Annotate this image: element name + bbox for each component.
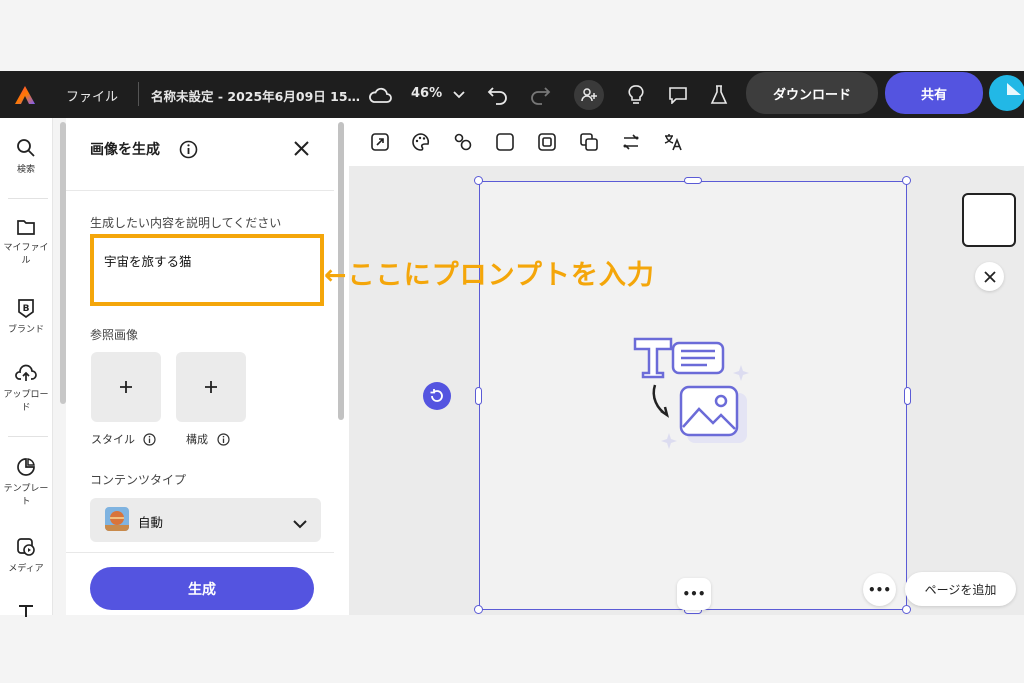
resize-handle[interactable] (904, 387, 911, 405)
add-style-reference-button[interactable] (91, 352, 161, 422)
chevron-down-icon (293, 514, 307, 533)
content-type-label: コンテンツタイプ (90, 473, 187, 487)
add-composition-reference-button[interactable] (176, 352, 246, 422)
divider (8, 436, 48, 437)
text-icon (17, 602, 35, 621)
top-bar: ファイル 名称未設定 - 2025年6月09日 15… 46% ダウンロード 共… (0, 71, 1024, 118)
composition-label: 構成 (186, 433, 208, 446)
flask-icon[interactable] (707, 71, 731, 118)
divider (66, 552, 334, 553)
cloud-icon[interactable] (366, 71, 394, 118)
content-type-thumbnail (105, 507, 129, 531)
add-page-button[interactable]: ページを追加 (905, 572, 1016, 606)
file-menu[interactable]: ファイル (66, 86, 118, 105)
download-button[interactable]: ダウンロード (746, 72, 878, 114)
content-type-select[interactable]: 自動 (90, 498, 321, 542)
info-icon[interactable] (217, 431, 230, 450)
rail-item-templates[interactable]: テンプレート (0, 457, 52, 509)
comment-icon[interactable] (666, 71, 690, 118)
redo-icon[interactable] (527, 71, 553, 118)
svg-text:B: B (23, 304, 30, 314)
rail-scrollbar[interactable] (60, 122, 66, 404)
add-user-icon (574, 79, 604, 110)
generate-button[interactable]: 生成 (90, 567, 314, 610)
close-page-button[interactable] (975, 262, 1004, 291)
page-thumbnail[interactable] (962, 193, 1016, 247)
resize-handle[interactable] (475, 387, 482, 405)
app-logo-icon[interactable] (12, 71, 38, 118)
resize-handle[interactable] (474, 605, 483, 614)
frame-icon[interactable] (537, 132, 557, 156)
undo-icon[interactable] (485, 71, 511, 118)
panel-title: 画像を生成 (90, 142, 160, 158)
plus-icon (120, 381, 132, 393)
close-icon (983, 270, 996, 283)
rail-label: 検索 (16, 165, 35, 175)
rail-item-upload[interactable]: アップロード (0, 363, 52, 415)
prompt-annotation: ←ここにプロンプトを入力 (324, 260, 655, 291)
more-options-button[interactable]: ••• (863, 573, 896, 606)
text-to-image-illustration (633, 335, 753, 459)
divider (66, 190, 334, 191)
prompt-input[interactable]: 宇宙を旅する猫 (90, 234, 324, 306)
content-type-value: 自動 (138, 515, 164, 530)
rail-item-brand[interactable]: B ブランド (0, 298, 52, 337)
chevron-down-icon[interactable] (451, 71, 467, 118)
brand-icon: B (17, 298, 35, 322)
plus-icon (205, 381, 217, 393)
lightbulb-icon[interactable] (624, 71, 648, 118)
palette-icon[interactable] (411, 132, 431, 156)
invite-user-button[interactable] (573, 71, 605, 118)
info-icon[interactable] (179, 140, 198, 163)
zoom-level[interactable]: 46% (411, 86, 442, 101)
template-icon (16, 457, 36, 481)
resize-icon[interactable] (370, 132, 390, 156)
rail-item-my-files[interactable]: マイファイル (0, 218, 52, 268)
rail-item-text[interactable] (0, 602, 52, 621)
rail-label: アップロード (3, 390, 49, 413)
translate-icon[interactable] (663, 132, 683, 156)
page-more-button[interactable]: ••• (677, 578, 711, 610)
rotate-icon (430, 389, 443, 402)
document-title[interactable]: 名称未設定 - 2025年6月09日 15… (151, 86, 360, 105)
media-icon (16, 537, 36, 561)
resize-handle[interactable] (684, 177, 702, 184)
rotate-button[interactable] (423, 382, 451, 410)
square-icon[interactable] (495, 132, 515, 156)
search-icon (16, 138, 36, 162)
rail-item-media[interactable]: メディア (0, 537, 52, 576)
reference-label: 参照画像 (90, 328, 139, 342)
prompt-label: 生成したい内容を説明してください (90, 216, 282, 230)
close-icon[interactable] (293, 140, 310, 161)
rail-label: マイファイル (3, 243, 49, 266)
layers-icon[interactable] (579, 132, 599, 156)
style-label: スタイル (91, 433, 135, 446)
divider (8, 198, 48, 199)
avatar[interactable] (989, 75, 1024, 111)
resize-handle[interactable] (474, 176, 483, 185)
prompt-text: 宇宙を旅する猫 (104, 254, 192, 269)
divider (138, 82, 139, 106)
rail-item-search[interactable]: 検索 (0, 138, 52, 177)
info-icon[interactable] (143, 431, 156, 450)
rail-label: メディア (8, 564, 44, 574)
resize-handle[interactable] (902, 605, 911, 614)
rail-label: テンプレート (3, 484, 49, 507)
shapes-icon[interactable] (453, 132, 473, 156)
canvas-toolbar (349, 118, 1024, 166)
folder-icon (16, 218, 36, 240)
resize-handle[interactable] (902, 176, 911, 185)
rail-label: ブランド (7, 325, 44, 335)
upload-icon (15, 363, 37, 387)
share-button[interactable]: 共有 (885, 72, 983, 114)
swap-icon[interactable] (621, 132, 641, 156)
